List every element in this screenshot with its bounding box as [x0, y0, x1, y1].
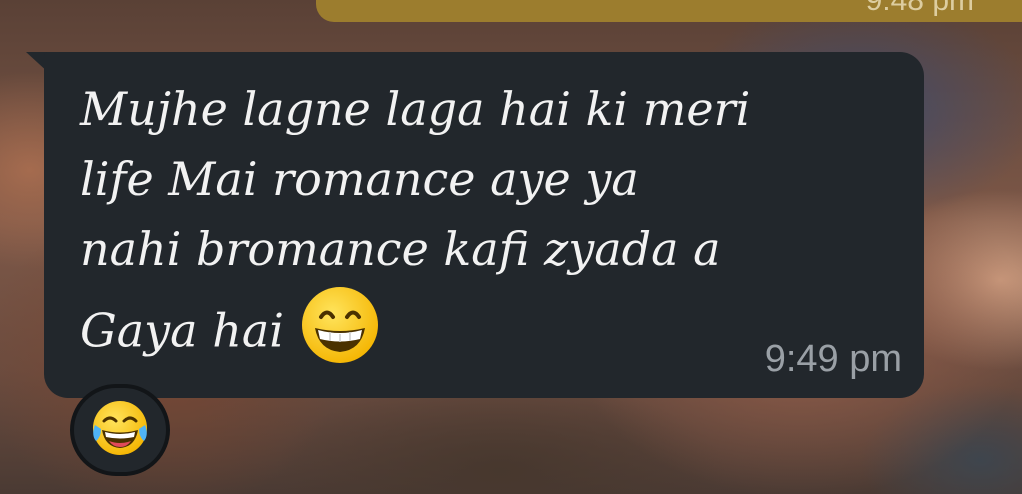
previous-message-bubble[interactable]: 9:48 pm	[316, 0, 1022, 22]
grinning-face-icon	[299, 284, 381, 385]
previous-message-timestamp: 9:48 pm	[865, 0, 974, 17]
reaction-badge[interactable]	[70, 384, 170, 476]
face-with-tears-of-joy-icon	[89, 397, 151, 463]
message-line: Mujhe lagne laga hai ki meri	[80, 82, 751, 136]
message-line: life Mai romance aye ya	[80, 152, 639, 206]
message-line: Gaya hai	[80, 303, 284, 358]
message-line: nahi bromance kafi zyada a	[80, 222, 721, 276]
message-timestamp: 9:49 pm	[764, 338, 902, 380]
message-bubble[interactable]: Mujhe lagne laga hai ki meri life Mai ro…	[44, 52, 924, 398]
